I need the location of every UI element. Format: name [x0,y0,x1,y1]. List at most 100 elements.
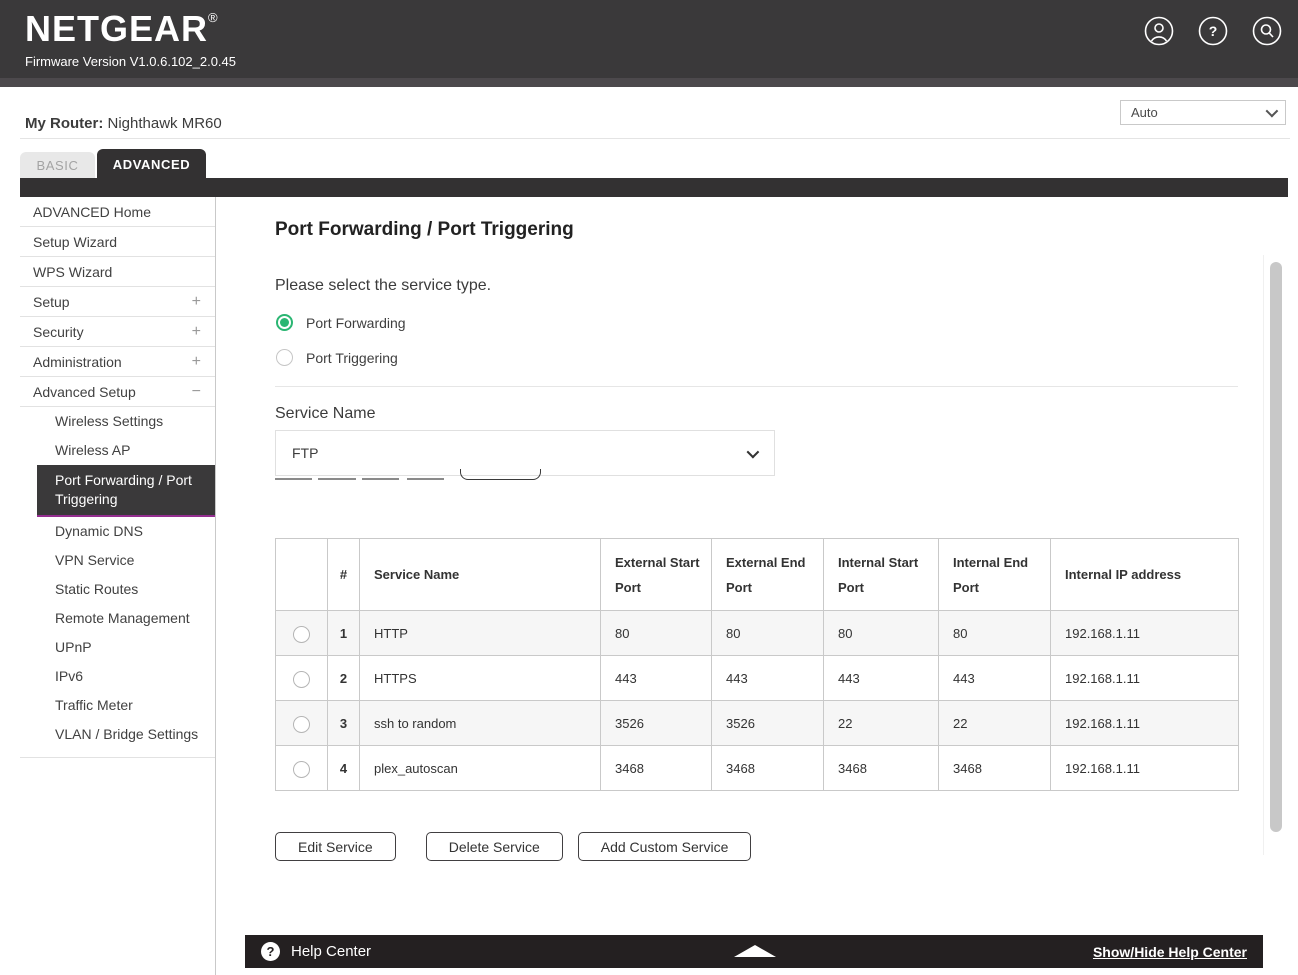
row-radio-button[interactable] [293,626,310,643]
cell-number: 3 [328,701,360,746]
help-center-bar: ? Help Center Show/Hide Help Center [245,935,1263,968]
router-admin-page: NETGEAR® Firmware Version V1.0.6.102_2.0… [0,0,1298,975]
radio-port-forwarding[interactable]: Port Forwarding [276,314,406,331]
header-internal-end-port: Internal End Port [939,539,1051,611]
cell-service-name: plex_autoscan [360,746,601,791]
sidebar-subitems: Wireless Settings Wireless AP Port Forwa… [20,407,215,758]
cell-internal-end: 3468 [939,746,1051,791]
secondary-nav-bar [20,178,1288,197]
plus-icon[interactable]: + [192,353,201,371]
help-center-title: Help Center [291,943,371,960]
header-select [276,539,328,611]
form-artifact [275,478,312,480]
cell-external-start: 80 [601,611,712,656]
sidebar: ADVANCED Home Setup Wizard WPS Wizard Se… [20,197,216,975]
collapse-triangle-icon[interactable] [734,945,776,957]
sidebar-item-administration[interactable]: Administration + [20,347,215,377]
form-artifact [362,478,399,480]
row-radio-button[interactable] [293,671,310,688]
sidebar-item-label: Setup Wizard [33,234,117,250]
cell-service-name: ssh to random [360,701,601,746]
radio-button-icon[interactable] [276,349,293,366]
toolbar-divider [20,138,1290,139]
scrollbar-thumb[interactable] [1270,262,1282,832]
sidebar-item-upnp[interactable]: UPnP [20,633,215,662]
sidebar-item-label: Setup [33,294,70,310]
sidebar-item-dynamic-dns[interactable]: Dynamic DNS [20,517,215,546]
cell-external-start: 3526 [601,701,712,746]
sidebar-item-vpn-service[interactable]: VPN Service [20,546,215,575]
sidebar-item-advanced-setup[interactable]: Advanced Setup − [20,377,215,407]
edit-service-button[interactable]: Edit Service [275,832,396,861]
tab-advanced[interactable]: ADVANCED [97,149,206,179]
form-artifact [460,469,541,480]
cell-number: 1 [328,611,360,656]
help-circle-icon: ? [261,942,280,961]
table-header-row: # Service Name External Start Port Exter… [276,539,1239,611]
sidebar-item-setup-wizard[interactable]: Setup Wizard [20,227,215,257]
language-select[interactable]: Auto [1120,100,1286,125]
plus-icon[interactable]: + [192,293,201,311]
table-row: 1 HTTP 80 80 80 80 192.168.1.11 [276,611,1239,656]
cell-internal-ip: 192.168.1.11 [1051,701,1239,746]
sidebar-item-security[interactable]: Security + [20,317,215,347]
netgear-logo: NETGEAR® [25,8,219,50]
sidebar-item-port-forwarding[interactable]: Port Forwarding / Port Triggering [37,465,215,517]
svg-text:?: ? [1209,23,1218,39]
table-actions: Edit Service Delete Service Add Custom S… [275,832,751,861]
radio-label: Port Forwarding [306,315,406,331]
delete-service-button[interactable]: Delete Service [426,832,563,861]
registered-mark: ® [208,10,219,25]
header-internal-start-port: Internal Start Port [824,539,939,611]
cell-number: 2 [328,656,360,701]
search-icon[interactable] [1252,16,1282,46]
service-name-label: Service Name [275,405,375,423]
header-icons: ? [1144,16,1282,46]
header-external-start-port: External Start Port [601,539,712,611]
sidebar-item-traffic-meter[interactable]: Traffic Meter [20,691,215,720]
cell-internal-start: 22 [824,701,939,746]
sidebar-item-remote-management[interactable]: Remote Management [20,604,215,633]
scrollbar-track [1263,255,1264,855]
cell-external-end: 443 [712,656,824,701]
radio-port-triggering[interactable]: Port Triggering [276,349,398,366]
service-type-prompt: Please select the service type. [275,277,491,295]
chevron-down-icon [747,445,760,458]
sidebar-item-wireless-settings[interactable]: Wireless Settings [20,407,215,436]
add-custom-service-button[interactable]: Add Custom Service [578,832,752,861]
show-hide-help-link[interactable]: Show/Hide Help Center [1093,944,1247,960]
row-radio-button[interactable] [293,716,310,733]
row-radio-button[interactable] [293,761,310,778]
section-divider [275,386,1238,387]
sidebar-item-advanced-home[interactable]: ADVANCED Home [20,197,215,227]
cell-internal-start: 3468 [824,746,939,791]
port-forwarding-table: # Service Name External Start Port Exter… [275,538,1239,791]
radio-button-icon[interactable] [276,314,293,331]
service-name-select-value: FTP [292,445,318,461]
cell-internal-ip: 192.168.1.11 [1051,656,1239,701]
user-icon[interactable] [1144,16,1174,46]
sidebar-item-label: Security [33,324,84,340]
cell-internal-start: 443 [824,656,939,701]
header-strip [0,78,1298,87]
sidebar-item-wps-wizard[interactable]: WPS Wizard [20,257,215,287]
cell-external-end: 80 [712,611,824,656]
plus-icon[interactable]: + [192,323,201,341]
my-router-line: My Router: Nighthawk MR60 [25,115,222,132]
sidebar-item-ipv6[interactable]: IPv6 [20,662,215,691]
cell-internal-start: 80 [824,611,939,656]
cell-number: 4 [328,746,360,791]
cell-internal-ip: 192.168.1.11 [1051,746,1239,791]
sidebar-item-wireless-ap[interactable]: Wireless AP [20,436,215,465]
my-router-label: My Router: [25,115,103,132]
minus-icon[interactable]: − [192,383,201,401]
sidebar-item-static-routes[interactable]: Static Routes [20,575,215,604]
sidebar-item-vlan-bridge[interactable]: VLAN / Bridge Settings [20,720,215,749]
header-service-name: Service Name [360,539,601,611]
help-icon[interactable]: ? [1198,16,1228,46]
table-row: 2 HTTPS 443 443 443 443 192.168.1.11 [276,656,1239,701]
sidebar-item-setup[interactable]: Setup + [20,287,215,317]
tab-basic[interactable]: BASIC [20,152,95,179]
sidebar-item-label: ADVANCED Home [33,204,151,220]
cell-internal-end: 80 [939,611,1051,656]
